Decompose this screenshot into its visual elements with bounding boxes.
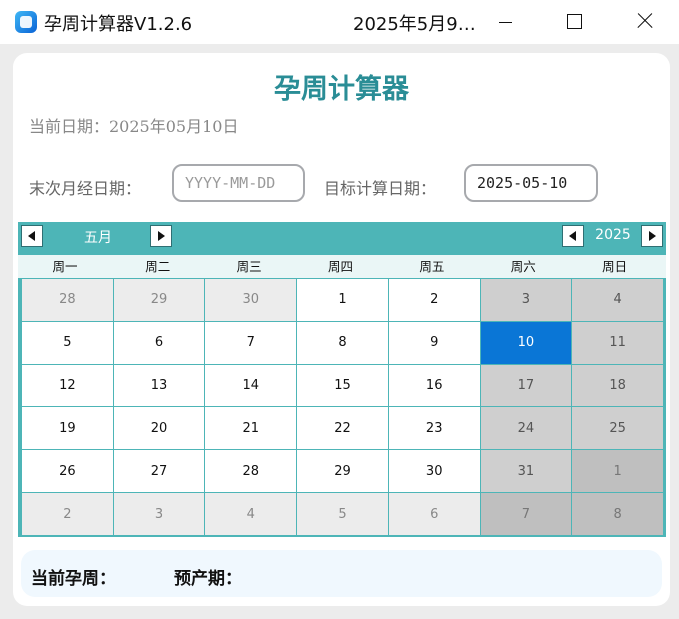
close-icon: [637, 13, 653, 29]
calendar-day[interactable]: 24: [480, 407, 572, 450]
weekday-label: 周二: [145, 259, 171, 274]
year-label: 2025: [595, 227, 631, 243]
calendar-day[interactable]: 29: [113, 279, 205, 321]
minimize-button[interactable]: [470, 0, 540, 44]
calendar-day[interactable]: 3: [113, 493, 205, 535]
weekday-label: 周一: [52, 259, 78, 274]
current-date-text: 当前日期：2025年05月10日: [29, 117, 239, 136]
calendar-day[interactable]: 2: [388, 279, 480, 321]
calendar-day[interactable]: 23: [388, 407, 480, 450]
calendar-day[interactable]: 26: [22, 450, 113, 493]
calendar-day[interactable]: 9: [388, 321, 480, 364]
weekday-label: 周六: [510, 259, 536, 274]
due-date-label: 预产期：: [174, 569, 242, 589]
calendar-day[interactable]: 7: [480, 493, 572, 535]
last-period-input[interactable]: [172, 164, 305, 202]
next-month-button[interactable]: [150, 225, 172, 247]
app-title: 孕周计算器V1.2.6: [44, 14, 193, 35]
minimize-icon: [499, 22, 512, 23]
calendar-day[interactable]: 15: [297, 364, 388, 407]
calendar-header: 五月 2025: [18, 222, 666, 251]
calendar-day-selected[interactable]: 10: [480, 321, 572, 364]
calendar-day[interactable]: 6: [113, 321, 205, 364]
calendar-day[interactable]: 8: [572, 493, 663, 535]
prev-year-button[interactable]: [562, 225, 584, 247]
weekday-label: 周日: [602, 259, 628, 274]
calendar-day[interactable]: 19: [22, 407, 113, 450]
calendar-day[interactable]: 16: [388, 364, 480, 407]
weekday-header: 周一 周二 周三 周四 周五 周六 周日: [18, 255, 666, 278]
last-period-label: 末次月经日期：: [29, 179, 142, 198]
calendar-day[interactable]: 28: [22, 279, 113, 321]
calendar-day[interactable]: 7: [205, 321, 297, 364]
next-year-button[interactable]: [641, 225, 663, 247]
close-button[interactable]: [609, 0, 679, 44]
calendar-day[interactable]: 3: [480, 279, 572, 321]
target-date-input[interactable]: [464, 164, 598, 202]
calendar-day[interactable]: 21: [205, 407, 297, 450]
calendar-day[interactable]: 14: [205, 364, 297, 407]
title-bar: 孕周计算器V1.2.6 2025年5月9…: [0, 0, 679, 44]
arrow-left-icon: [569, 231, 576, 241]
calendar-day[interactable]: 5: [22, 321, 113, 364]
app-icon: [15, 11, 37, 33]
calendar-day[interactable]: 4: [205, 493, 297, 535]
calendar-day[interactable]: 20: [113, 407, 205, 450]
calendar-day[interactable]: 31: [480, 450, 572, 493]
arrow-right-icon: [158, 231, 165, 241]
calendar-day[interactable]: 8: [297, 321, 388, 364]
calendar-day[interactable]: 29: [297, 450, 388, 493]
prev-month-button[interactable]: [21, 225, 43, 247]
calendar-day[interactable]: 1: [297, 279, 388, 321]
window-title: 2025年5月9…: [353, 14, 476, 35]
page-title: 孕周计算器: [274, 74, 409, 105]
current-week-label: 当前孕周：: [31, 569, 116, 589]
calendar-day[interactable]: 13: [113, 364, 205, 407]
result-panel: 当前孕周： 预产期：: [21, 550, 662, 597]
calendar-day[interactable]: 25: [572, 407, 663, 450]
maximize-button[interactable]: [540, 0, 610, 44]
weekday-label: 周五: [419, 259, 445, 274]
calendar-day[interactable]: 27: [113, 450, 205, 493]
calendar-days-grid: 28 29 30 1 2 3 4 5 6 7 8 9 10 11 12 13 1…: [22, 279, 663, 535]
calendar-day[interactable]: 12: [22, 364, 113, 407]
maximize-icon: [567, 14, 582, 29]
calendar-day[interactable]: 17: [480, 364, 572, 407]
calendar-day[interactable]: 28: [205, 450, 297, 493]
weekday-label: 周三: [236, 259, 262, 274]
calendar-day[interactable]: 1: [572, 450, 663, 493]
calendar-day[interactable]: 18: [572, 364, 663, 407]
calendar-day[interactable]: 11: [572, 321, 663, 364]
month-label: 五月: [84, 230, 112, 246]
calendar: 五月 2025 周一 周二 周三 周四 周五 周六 周日 28 29 30 1 …: [18, 222, 666, 537]
calendar-day[interactable]: 22: [297, 407, 388, 450]
calendar-day[interactable]: 2: [22, 493, 113, 535]
calendar-day[interactable]: 6: [388, 493, 480, 535]
calendar-day[interactable]: 5: [297, 493, 388, 535]
weekday-label: 周四: [327, 259, 353, 274]
target-date-label: 目标计算日期：: [324, 179, 437, 198]
arrow-left-icon: [28, 231, 35, 241]
calendar-day[interactable]: 30: [388, 450, 480, 493]
main-card: 孕周计算器 当前日期：2025年05月10日 末次月经日期： 目标计算日期： 五…: [13, 53, 670, 606]
calendar-day[interactable]: 4: [572, 279, 663, 321]
arrow-right-icon: [649, 231, 656, 241]
calendar-day[interactable]: 30: [205, 279, 297, 321]
